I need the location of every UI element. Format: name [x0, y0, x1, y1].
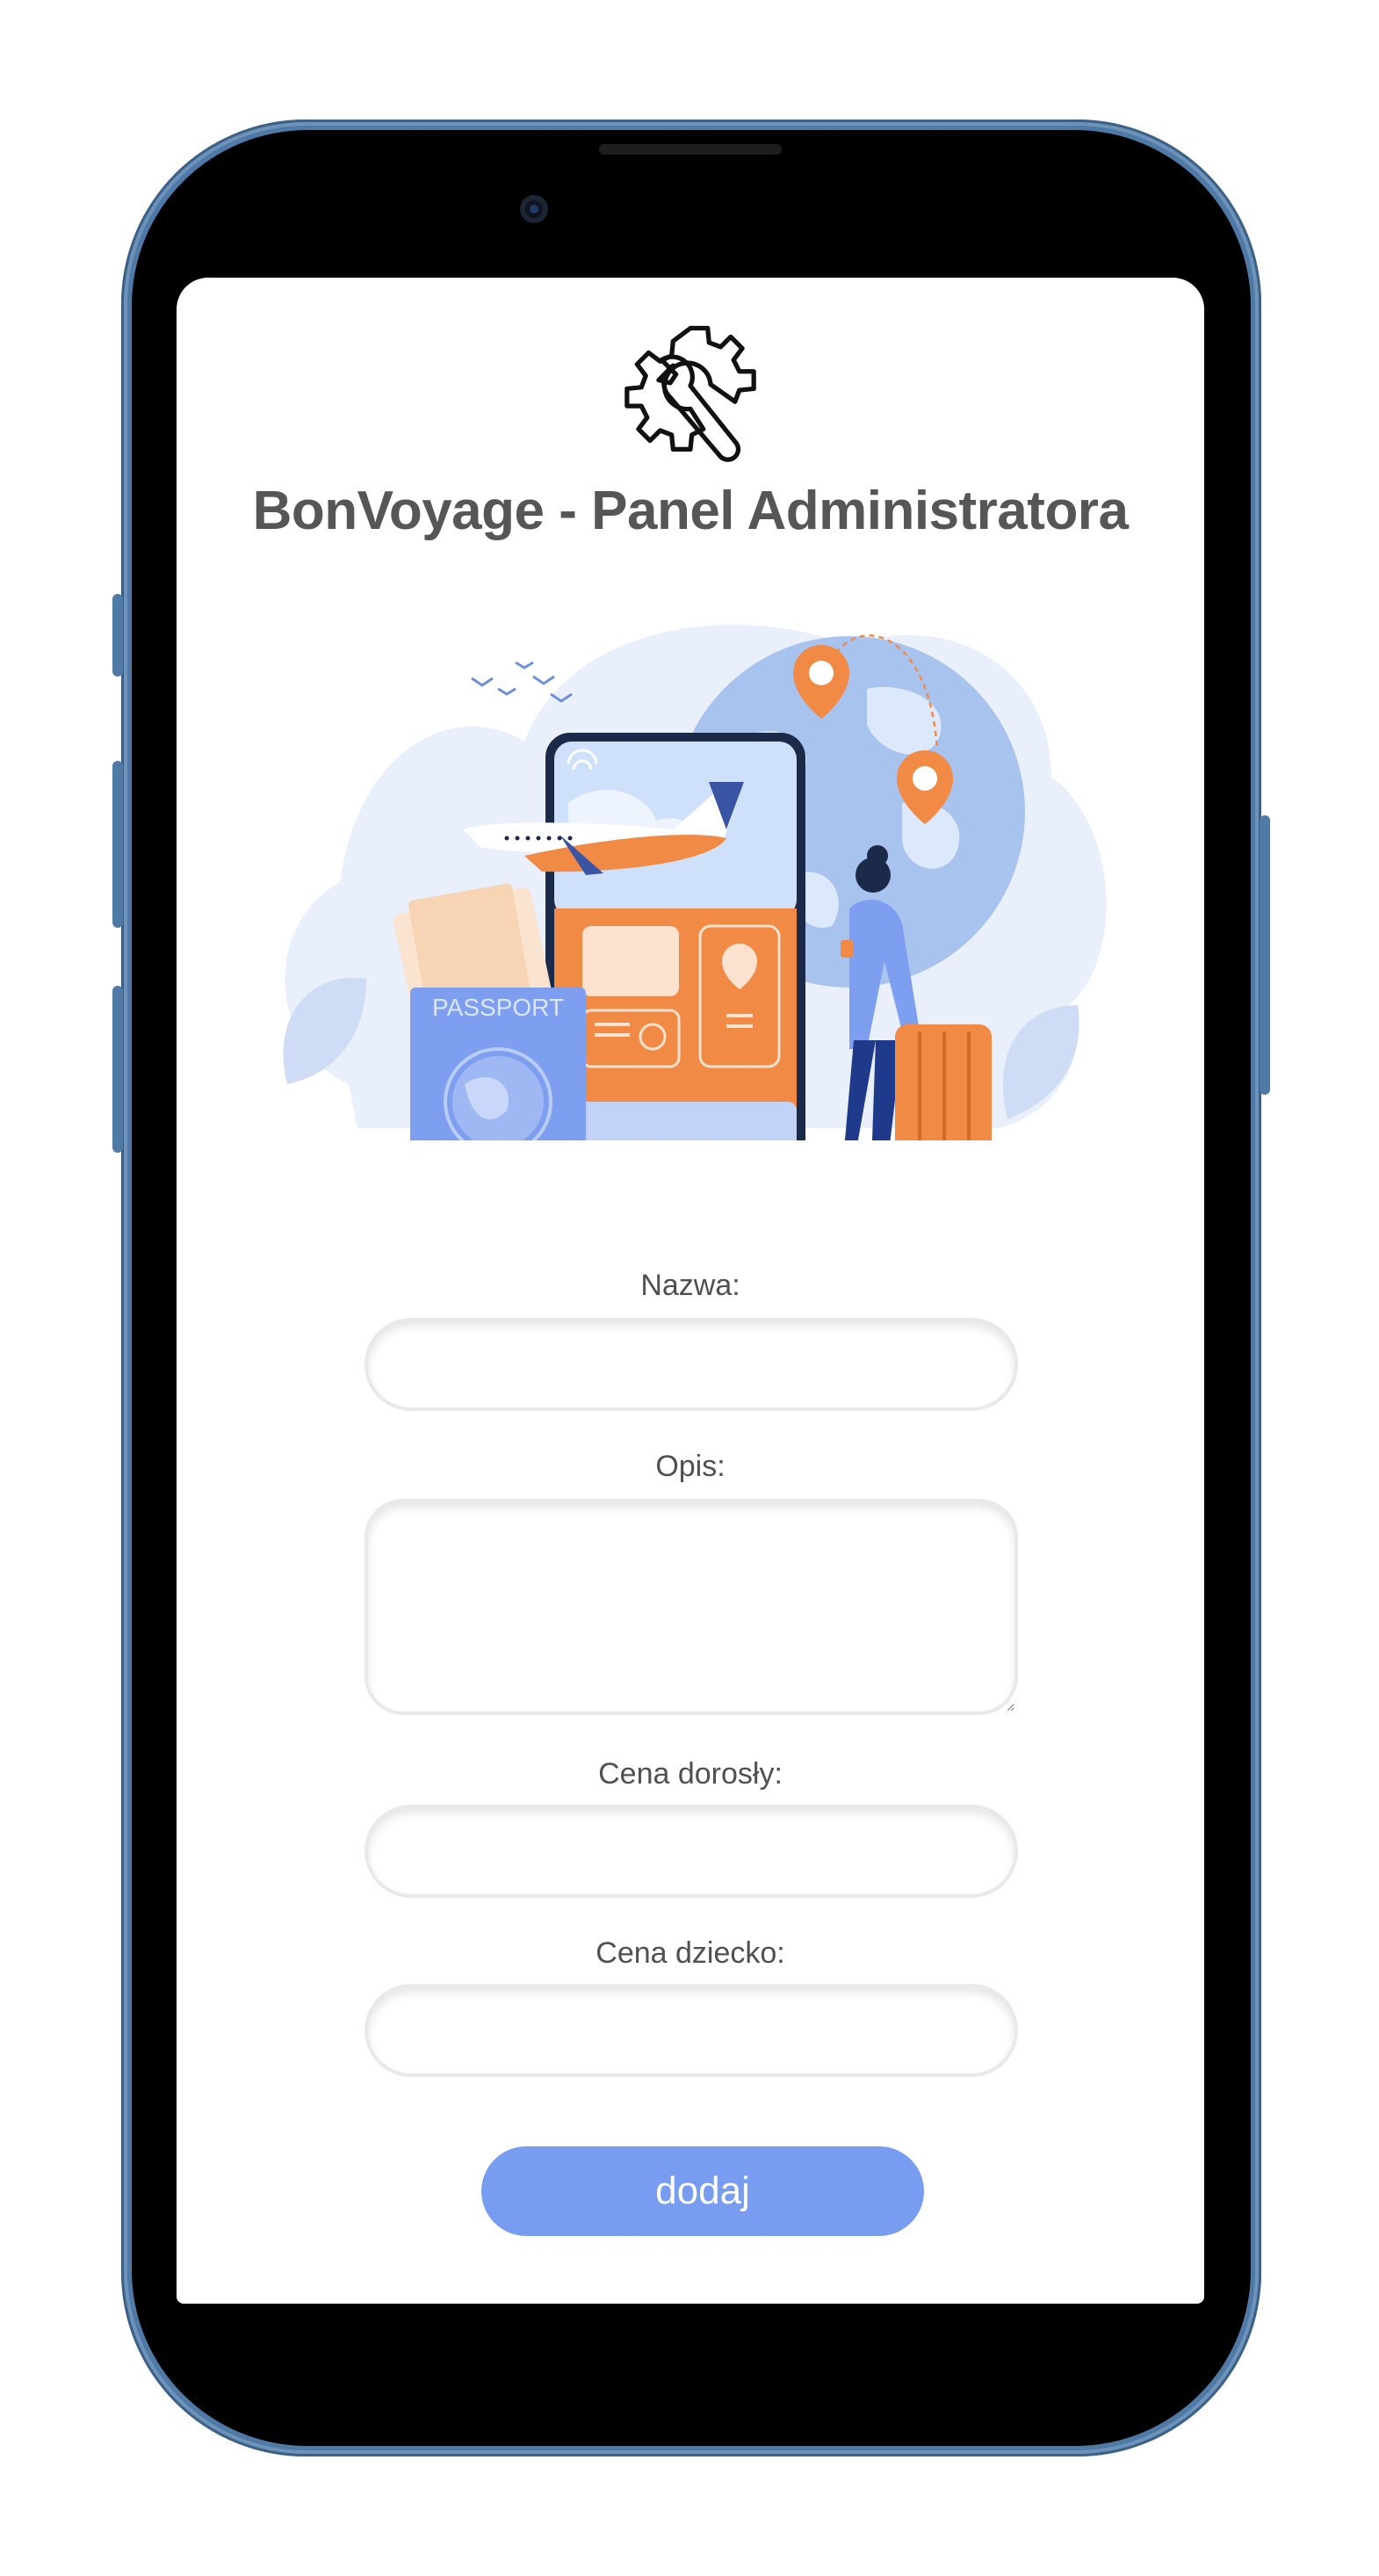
volume-up-button [112, 761, 123, 928]
power-button [1260, 815, 1270, 1095]
adult-price-input[interactable] [365, 1805, 1018, 1898]
child-price-input[interactable] [365, 1984, 1018, 2077]
mute-switch [112, 594, 123, 677]
name-label: Nazwa: [640, 1269, 740, 1302]
description-textarea[interactable] [365, 1499, 1018, 1715]
description-label: Opis: [655, 1450, 726, 1483]
name-input[interactable] [365, 1318, 1018, 1411]
page-title: BonVoyage - Panel Administratora [252, 481, 1129, 541]
volume-down-button [112, 986, 123, 1153]
speaker-grille [599, 144, 782, 155]
add-button[interactable]: dodaj [481, 2146, 924, 2236]
app-screen: BonVoyage - Panel Administratora PASSPOR… [177, 278, 1204, 2304]
travel-illustration: PASSPORT [283, 625, 1107, 1140]
front-camera [520, 195, 548, 223]
adult-price-label: Cena dorosły: [598, 1757, 783, 1791]
gear-wrench-icon [625, 325, 756, 462]
child-price-label: Cena dziecko: [596, 1936, 785, 1970]
passport-text: PASSPORT [432, 994, 564, 1021]
